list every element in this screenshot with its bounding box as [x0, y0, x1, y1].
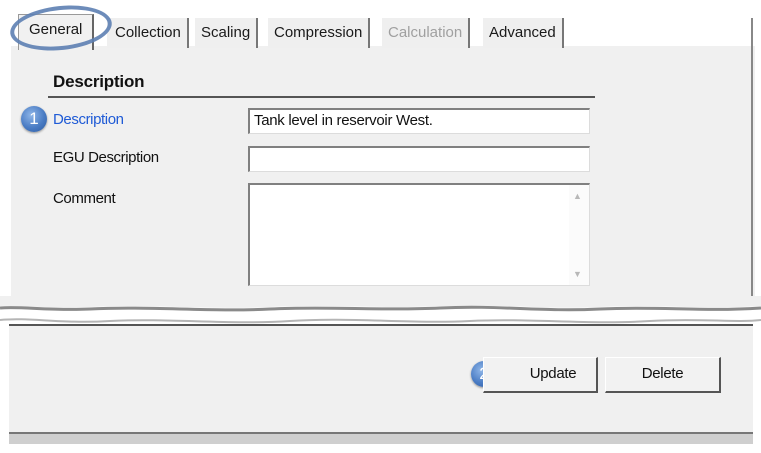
- update-button[interactable]: Update: [483, 357, 598, 393]
- egu-description-label: EGU Description: [53, 149, 159, 166]
- section-divider: [48, 96, 595, 98]
- panel-edge: [751, 18, 753, 303]
- comment-scrollbar[interactable]: ▲ ▼: [569, 185, 589, 285]
- tab-advanced[interactable]: Advanced: [483, 18, 564, 48]
- egu-description-field[interactable]: [248, 146, 590, 172]
- delete-button[interactable]: Delete: [605, 357, 721, 393]
- triangle-up-icon[interactable]: ▲: [573, 191, 582, 201]
- bottom-border: [9, 432, 753, 444]
- comment-label: Comment: [53, 190, 116, 207]
- description-field[interactable]: Tank level in reservoir West.: [248, 108, 590, 134]
- tab-collection[interactable]: Collection: [107, 18, 189, 48]
- tab-calculation: Calculation: [382, 18, 471, 48]
- triangle-down-icon[interactable]: ▼: [573, 269, 582, 279]
- callout-badge-1: 1: [21, 106, 47, 132]
- section-title: Description: [53, 72, 145, 91]
- comment-textarea[interactable]: ▲ ▼: [248, 183, 590, 286]
- tab-compression[interactable]: Compression: [268, 18, 371, 48]
- description-label: Description: [53, 111, 124, 128]
- tab-scaling[interactable]: Scaling: [195, 18, 259, 48]
